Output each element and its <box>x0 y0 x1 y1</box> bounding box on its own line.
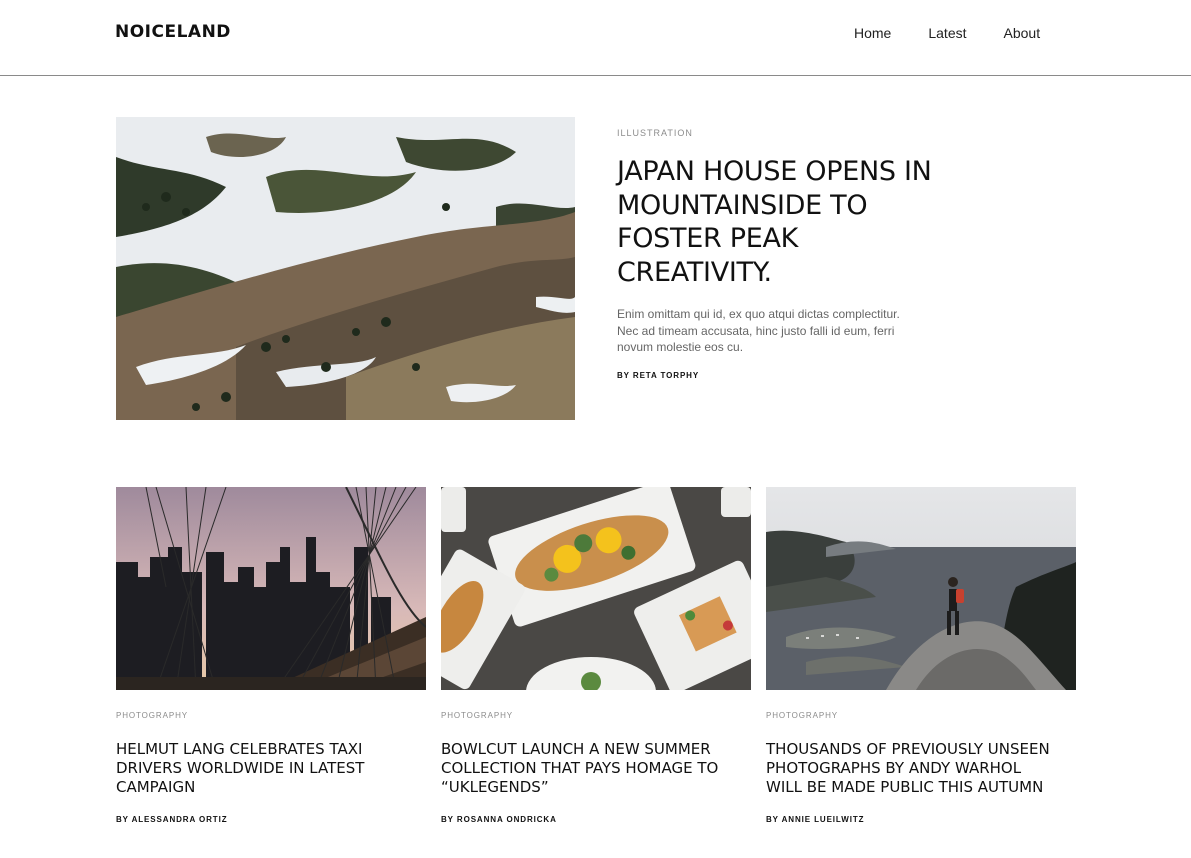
hero-title[interactable]: JAPAN HOUSE OPENS IN MOUNTAINSIDE TO FOS… <box>617 155 947 289</box>
card-category[interactable]: PHOTOGRAPHY <box>766 711 1076 720</box>
article-card: PHOTOGRAPHY THOUSANDS OF PREVIOUSLY UNSE… <box>766 487 1076 824</box>
main-nav: Home Latest About <box>854 25 1077 41</box>
card-category[interactable]: PHOTOGRAPHY <box>441 711 751 720</box>
hero-category[interactable]: ILLUSTRATION <box>617 128 693 138</box>
card-image[interactable] <box>766 487 1076 690</box>
hiker-fjord-photo <box>766 487 1076 690</box>
card-image[interactable] <box>441 487 751 690</box>
card-byline[interactable]: BY ANNIE LUEILWITZ <box>766 815 1076 824</box>
food-plates-photo <box>441 487 751 690</box>
card-title[interactable]: HELMUT LANG CELEBRATES TAXI DRIVERS WORL… <box>116 740 406 797</box>
nav-about-link[interactable]: About <box>1004 25 1041 41</box>
site-logo[interactable]: NOICELAND <box>115 22 231 42</box>
card-title[interactable]: BOWLCUT LAUNCH A NEW SUMMER COLLECTION T… <box>441 740 731 797</box>
card-category[interactable]: PHOTOGRAPHY <box>116 711 426 720</box>
nav-latest-link[interactable]: Latest <box>928 25 966 41</box>
card-image[interactable] <box>116 487 426 690</box>
article-card: PHOTOGRAPHY BOWLCUT LAUNCH A NEW SUMMER … <box>441 487 751 824</box>
site-header: NOICELAND Home Latest About <box>0 0 1191 76</box>
card-byline[interactable]: BY ROSANNA ONDRICKA <box>441 815 751 824</box>
bridge-city-photo <box>116 487 426 690</box>
card-byline[interactable]: BY ALESSANDRA ORTIZ <box>116 815 426 824</box>
hero-excerpt: Enim omittam qui id, ex quo atqui dictas… <box>617 307 900 354</box>
article-card: PHOTOGRAPHY HELMUT LANG CELEBRATES TAXI … <box>116 487 426 824</box>
nav-home-link[interactable]: Home <box>854 25 891 41</box>
hero-image[interactable] <box>116 117 575 420</box>
hero-byline[interactable]: BY RETA TORPHY <box>617 371 699 380</box>
card-title[interactable]: THOUSANDS OF PREVIOUSLY UNSEEN PHOTOGRAP… <box>766 740 1056 797</box>
mountain-photo <box>116 117 575 420</box>
